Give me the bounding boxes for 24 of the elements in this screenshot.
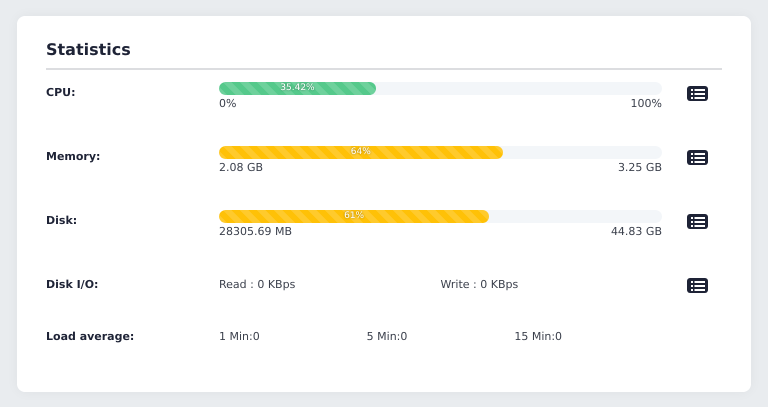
list-icon[interactable] — [687, 214, 708, 229]
progress-percent: 35.42% — [280, 82, 315, 95]
max-value: 44.83 GB — [610, 225, 662, 238]
load-value: 15 Min:0 — [514, 330, 564, 343]
max-value: 3.25 GB — [618, 161, 662, 174]
max-value: 100% — [630, 97, 662, 110]
stat-label: Load average: — [46, 329, 136, 343]
min-value: 28305.69 MB — [219, 225, 292, 238]
stat-label: Disk: — [46, 213, 78, 227]
list-icon[interactable] — [687, 278, 708, 293]
load-value: 1 Min:0 — [219, 330, 261, 343]
card-title: Statistics — [46, 40, 132, 61]
io-value: Read : 0 KBps — [219, 278, 296, 291]
progress-percent: 61% — [344, 210, 364, 223]
list-icon[interactable] — [687, 86, 708, 101]
min-value: 2.08 GB — [219, 161, 264, 174]
io-value: Write : 0 KBps — [440, 278, 520, 291]
stat-label: Disk I/O: — [46, 277, 100, 291]
stat-label: Memory: — [46, 149, 102, 163]
list-icon[interactable] — [687, 150, 708, 165]
min-value: 0% — [219, 97, 236, 110]
stat-label: CPU: — [46, 85, 76, 99]
progress-percent: 64% — [350, 146, 371, 159]
load-value: 5 Min:0 — [366, 330, 408, 343]
